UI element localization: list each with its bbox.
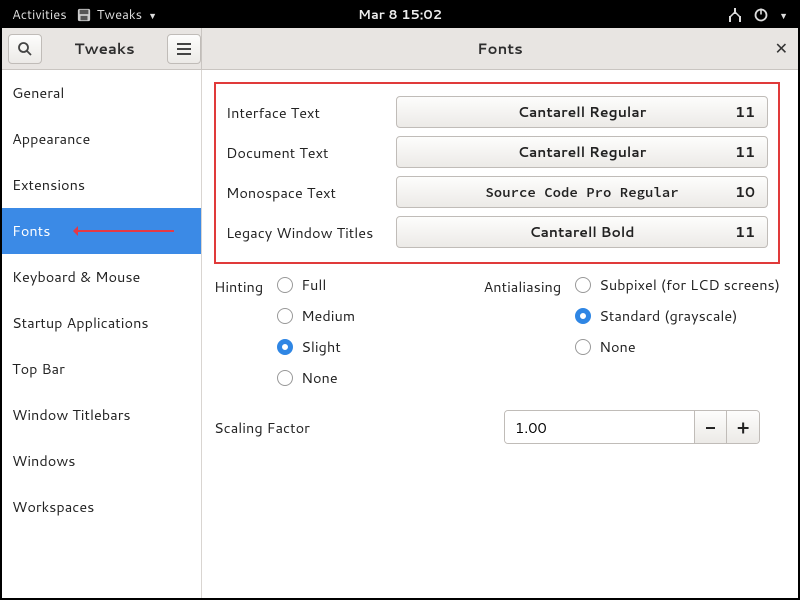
radio-label: None <box>599 336 635 357</box>
legacy-window-titles-font-button[interactable]: Cantarell Bold 11 <box>396 216 768 248</box>
font-name: Source Code Pro Regular <box>411 183 753 201</box>
scaling-factor-label: Scaling Factor <box>214 417 384 438</box>
sidebar-item-label: Top Bar <box>12 358 65 379</box>
radio-label: Medium <box>301 305 355 326</box>
app-menu[interactable]: Tweaks ▼ <box>77 6 157 24</box>
radio-label: Subpixel (for LCD screens) <box>599 274 780 295</box>
chevron-down-icon: ▼ <box>148 9 157 22</box>
app-menu-label: Tweaks <box>97 6 142 24</box>
header-bar: Tweaks Fonts ✕ <box>2 28 798 70</box>
radio-icon <box>277 370 293 386</box>
hinting-full-radio[interactable]: Full <box>277 274 355 295</box>
search-icon <box>17 41 33 57</box>
sidebar-item-label: Appearance <box>12 128 90 149</box>
sidebar-item-label: Keyboard & Mouse <box>12 266 140 287</box>
font-size: 11 <box>735 142 755 162</box>
font-name: Cantarell Regular <box>411 142 753 162</box>
annotation-box: Interface Text Cantarell Regular 11 Docu… <box>214 82 780 264</box>
antialiasing-label: Antialiasing <box>483 274 561 388</box>
radio-icon <box>575 308 591 324</box>
radio-label: None <box>301 367 337 388</box>
font-row-label: Monospace Text <box>226 182 396 203</box>
radio-label: Full <box>301 274 326 295</box>
sidebar-item-label: Workspaces <box>12 496 94 517</box>
sidebar-item-general[interactable]: General <box>2 70 201 116</box>
power-icon[interactable] <box>753 7 769 23</box>
hinting-radio-group: Full Medium Slight None <box>277 274 355 388</box>
sidebar-item-label: Window Titlebars <box>12 404 131 425</box>
sidebar-item-label: Fonts <box>12 220 50 241</box>
radio-icon <box>575 339 591 355</box>
scaling-decrement-button[interactable]: − <box>694 411 727 443</box>
sidebar-item-startup-applications[interactable]: Startup Applications <box>2 300 201 346</box>
sidebar-item-keyboard-mouse[interactable]: Keyboard & Mouse <box>2 254 201 300</box>
close-button[interactable]: ✕ <box>775 37 788 60</box>
sidebar-item-window-titlebars[interactable]: Window Titlebars <box>2 392 201 438</box>
hinting-label: Hinting <box>214 274 263 388</box>
scaling-factor-input[interactable] <box>505 411 694 443</box>
activities-button[interactable]: Activities <box>12 6 67 24</box>
save-icon <box>77 8 91 22</box>
sidebar-item-label: Windows <box>12 450 75 471</box>
antialiasing-subpixel-radio[interactable]: Subpixel (for LCD screens) <box>575 274 780 295</box>
font-size: 11 <box>735 222 755 242</box>
antialiasing-radio-group: Subpixel (for LCD screens) Standard (gra… <box>575 274 780 388</box>
page-title: Fonts <box>477 38 523 59</box>
left-pane-title: Tweaks <box>48 38 161 59</box>
sidebar-item-workspaces[interactable]: Workspaces <box>2 484 201 530</box>
sidebar-item-label: General <box>12 82 64 103</box>
radio-icon <box>277 339 293 355</box>
gnome-top-bar: Activities Tweaks ▼ Mar 8 15:02 ▼ <box>2 2 798 28</box>
hamburger-icon <box>177 43 191 55</box>
radio-icon <box>277 308 293 324</box>
sidebar-item-fonts[interactable]: Fonts <box>2 208 201 254</box>
network-icon[interactable] <box>727 8 743 22</box>
close-icon: ✕ <box>775 37 788 60</box>
font-row-label: Document Text <box>226 142 396 163</box>
sidebar-item-label: Startup Applications <box>12 312 149 333</box>
search-button[interactable] <box>8 34 42 64</box>
chevron-down-icon: ▼ <box>779 9 788 22</box>
main-content: Interface Text Cantarell Regular 11 Docu… <box>202 70 798 598</box>
body: General Appearance Extensions Fonts Keyb… <box>2 70 798 598</box>
font-name: Cantarell Regular <box>411 102 753 122</box>
sidebar-item-extensions[interactable]: Extensions <box>2 162 201 208</box>
window: Activities Tweaks ▼ Mar 8 15:02 ▼ <box>0 0 800 600</box>
annotation-arrow <box>74 230 174 232</box>
plus-icon: + <box>737 414 749 440</box>
radio-label: Slight <box>301 336 341 357</box>
font-row-label: Interface Text <box>226 102 396 123</box>
antialiasing-standard-radio[interactable]: Standard (grayscale) <box>575 305 780 326</box>
document-text-font-button[interactable]: Cantarell Regular 11 <box>396 136 768 168</box>
monospace-text-font-button[interactable]: Source Code Pro Regular 10 <box>396 176 768 208</box>
radio-icon <box>277 277 293 293</box>
hinting-none-radio[interactable]: None <box>277 367 355 388</box>
hinting-slight-radio[interactable]: Slight <box>277 336 355 357</box>
hinting-medium-radio[interactable]: Medium <box>277 305 355 326</box>
font-size: 10 <box>735 182 755 202</box>
sidebar-item-label: Extensions <box>12 174 85 195</box>
hamburger-menu-button[interactable] <box>167 34 201 64</box>
radio-icon <box>575 277 591 293</box>
sidebar-item-windows[interactable]: Windows <box>2 438 201 484</box>
sidebar: General Appearance Extensions Fonts Keyb… <box>2 70 202 598</box>
radio-label: Standard (grayscale) <box>599 305 737 326</box>
sidebar-item-top-bar[interactable]: Top Bar <box>2 346 201 392</box>
minus-icon: − <box>705 414 716 440</box>
font-name: Cantarell Bold <box>411 222 753 242</box>
interface-text-font-button[interactable]: Cantarell Regular 11 <box>396 96 768 128</box>
font-row-label: Legacy Window Titles <box>226 222 396 243</box>
sidebar-item-appearance[interactable]: Appearance <box>2 116 201 162</box>
clock[interactable]: Mar 8 15:02 <box>358 6 442 24</box>
antialiasing-none-radio[interactable]: None <box>575 336 780 357</box>
font-size: 11 <box>735 102 755 122</box>
scaling-increment-button[interactable]: + <box>726 411 759 443</box>
scaling-factor-spinbutton: − + <box>504 410 760 444</box>
